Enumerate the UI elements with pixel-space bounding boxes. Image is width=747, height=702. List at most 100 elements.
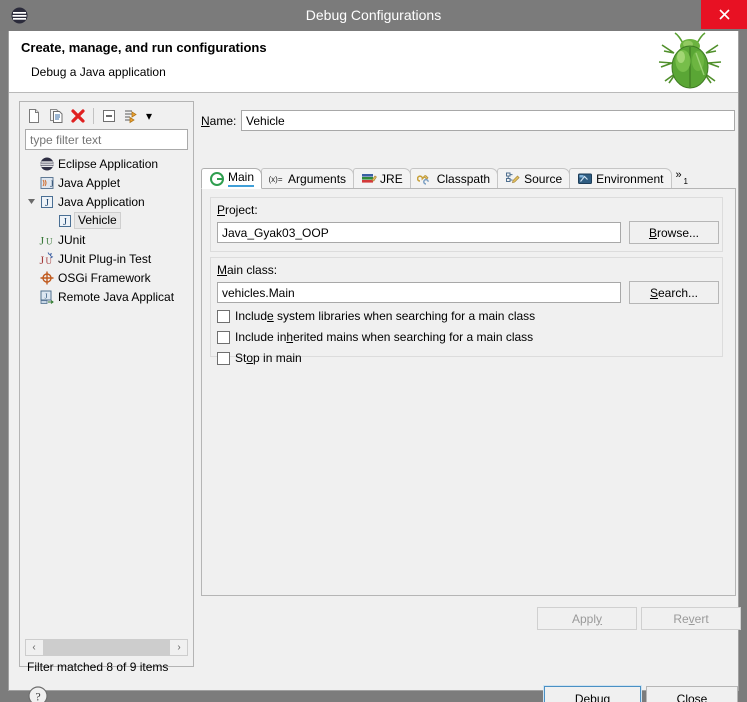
main-tab-icon: [208, 171, 225, 187]
tree-item-junit[interactable]: J U JUnit: [25, 230, 188, 249]
apply-button[interactable]: Apply: [537, 607, 637, 630]
java-applet-icon: J: [38, 173, 56, 192]
tree-item-eclipse-application[interactable]: Eclipse Application: [25, 154, 188, 173]
tab-label: Classpath: [436, 172, 491, 186]
tree-item-remote-java-applicat[interactable]: J Remote Java Applicat: [25, 287, 188, 306]
name-label-rest: ame:: [209, 114, 237, 128]
checkbox-box[interactable]: [217, 309, 230, 323]
tab-classpath[interactable]: Classpath: [409, 168, 499, 189]
browse-button[interactable]: Browse...: [629, 221, 719, 244]
debug-button[interactable]: Debug: [543, 685, 642, 702]
filter-input[interactable]: [25, 129, 188, 150]
junit-icon: JU: [38, 230, 56, 249]
scroll-left-arrow-icon[interactable]: ‹: [26, 640, 42, 655]
toolbar-separator: [93, 107, 94, 124]
stop-in-main-checkbox[interactable]: Stop in main: [217, 351, 302, 365]
tab-label: JRE: [380, 172, 403, 186]
checkbox-label: Include system libraries when searching …: [235, 309, 536, 323]
dialog-header: Create, manage, and run configurations D…: [9, 31, 738, 93]
page-subtitle: Debug a Java application: [31, 65, 166, 79]
tree-item-label: Java Application: [58, 194, 145, 209]
tab-environment[interactable]: Environment: [569, 168, 672, 189]
main-class-group: Main class: Search... Include system lib…: [210, 257, 723, 365]
delete-configuration-icon[interactable]: [67, 105, 89, 127]
tab-label: Main: [228, 170, 255, 187]
tree-item-vehicle[interactable]: J Vehicle: [25, 211, 188, 230]
tree-item-osgi-framework[interactable]: OSGi Framework: [25, 268, 188, 287]
dialog-client-area: Create, manage, and run configurations D…: [8, 31, 741, 702]
tab-main[interactable]: Main: [201, 168, 263, 189]
revert-button[interactable]: Revert: [641, 607, 741, 630]
tree-item-label: JUnit Plug-in Test: [58, 251, 152, 266]
filter-launch-configurations-icon[interactable]: [120, 105, 142, 127]
twisty-placeholder: [25, 173, 38, 192]
checkbox-box[interactable]: [217, 351, 230, 365]
tab-arguments[interactable]: (x)= Arguments: [261, 168, 355, 189]
remote-java-app-icon: J: [38, 287, 56, 306]
search-button[interactable]: Search...: [629, 281, 719, 304]
tree-item-label: Remote Java Applicat: [58, 289, 175, 304]
java-application-icon: J: [38, 192, 56, 211]
close-button[interactable]: Close: [646, 686, 738, 702]
svg-text:J: J: [45, 292, 48, 300]
twisty-placeholder: [25, 249, 38, 268]
window-title: Debug Configurations: [305, 7, 442, 23]
close-window-button[interactable]: [701, 0, 747, 29]
filter-status-text: Filter matched 8 of 9 items: [27, 660, 169, 674]
main-tab-panel: Project: Browse... Main class: Search...: [201, 188, 736, 596]
overflow-count: 1: [683, 177, 688, 186]
svg-text:J: J: [40, 253, 45, 267]
new-configuration-icon[interactable]: [23, 105, 45, 127]
twisty-placeholder: [25, 268, 38, 287]
duplicate-configuration-icon[interactable]: [45, 105, 67, 127]
help-icon[interactable]: ?: [27, 685, 49, 702]
main-class-label: Main class:: [217, 263, 278, 277]
configuration-editor-panel: Name: Main (x)= Arguments JRE Classpath Sourc…: [201, 101, 741, 667]
debug-configurations-window: Debug Configurations Create, manage, and…: [0, 0, 747, 702]
environment-tab-icon: [576, 171, 593, 187]
osgi-icon: [38, 268, 56, 287]
green-bug-icon: [652, 31, 728, 93]
checkbox-box[interactable]: [217, 330, 230, 344]
collapse-all-icon[interactable]: [98, 105, 120, 127]
checkbox-label: Include inherited mains when searching f…: [235, 330, 534, 344]
expand-twisty-icon[interactable]: [25, 192, 38, 211]
classpath-tab-icon: [417, 171, 434, 187]
tree-horizontal-scrollbar[interactable]: ‹ ›: [25, 639, 188, 656]
svg-text:(x)=: (x)=: [269, 175, 283, 184]
junit-plugin-icon: JU: [38, 249, 56, 268]
tree-item-label: Java Applet: [58, 175, 121, 190]
tab-label: Arguments: [288, 172, 347, 186]
tab-label: Source: [524, 172, 563, 186]
arguments-tab-icon: (x)=: [268, 171, 285, 187]
tree-item-label: OSGi Framework: [58, 270, 151, 285]
svg-text:J: J: [50, 179, 54, 189]
tab-jre[interactable]: JRE: [353, 168, 411, 189]
svg-text:U: U: [46, 236, 53, 246]
tree-item-label: JUnit: [58, 232, 86, 247]
configuration-tabs: Main (x)= Arguments JRE Classpath Source Envir…: [201, 168, 736, 189]
svg-text:?: ?: [35, 690, 40, 702]
overflow-symbol: »: [675, 169, 682, 181]
configuration-name-input[interactable]: [241, 110, 735, 131]
configurations-tree[interactable]: Eclipse Application J Java Applet J Java App…: [25, 154, 188, 636]
page-title: Create, manage, and run configurations: [21, 40, 267, 55]
tree-item-java-application[interactable]: J Java Application: [25, 192, 188, 211]
title-bar: Debug Configurations: [0, 0, 747, 31]
java-application-icon: J: [56, 211, 74, 230]
source-tab-icon: [504, 171, 521, 187]
tab-source[interactable]: Source: [497, 168, 571, 189]
project-label: Project:: [217, 203, 258, 217]
svg-text:J: J: [63, 217, 67, 228]
tree-item-junit-plug-in-test[interactable]: J U JUnit Plug-in Test: [25, 249, 188, 268]
project-input[interactable]: [217, 222, 621, 243]
tree-item-java-applet[interactable]: J Java Applet: [25, 173, 188, 192]
scrollbar-thumb[interactable]: [43, 640, 170, 655]
toolbar-dropdown-arrow-icon[interactable]: ▾: [142, 105, 156, 127]
main-class-input[interactable]: [217, 282, 621, 303]
twisty-placeholder: [25, 287, 38, 306]
include-system-libraries-checkbox[interactable]: Include system libraries when searching …: [217, 309, 535, 323]
include-inherited-mains-checkbox[interactable]: Include inherited mains when searching f…: [217, 330, 533, 344]
tab-overflow-chevron-icon[interactable]: » 1: [671, 168, 688, 189]
scroll-right-arrow-icon[interactable]: ›: [171, 640, 187, 655]
